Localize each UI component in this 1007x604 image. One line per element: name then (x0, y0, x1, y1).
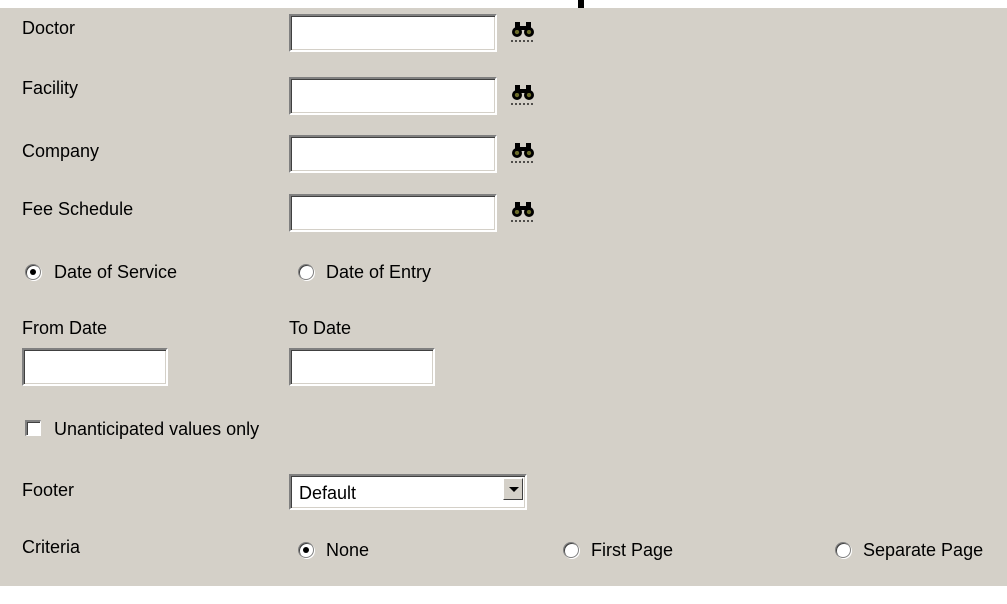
to-date-field[interactable] (289, 348, 435, 386)
company-label: Company (22, 141, 100, 161)
top-strip (0, 0, 1007, 8)
title-fragment (578, 0, 584, 8)
footer-select[interactable]: Default (289, 474, 527, 510)
radio-selected-dot (30, 269, 36, 275)
unanticipated-label[interactable]: Unanticipated values only (54, 418, 259, 440)
date-of-entry-radio[interactable] (298, 264, 314, 280)
facility-field[interactable] (289, 77, 497, 115)
date-of-service-radio[interactable] (25, 264, 41, 280)
date-of-entry-label[interactable]: Date of Entry (326, 261, 431, 283)
date-of-service-label[interactable]: Date of Service (54, 261, 177, 283)
criteria-label: Criteria (22, 537, 81, 557)
binoculars-icon[interactable] (510, 138, 536, 164)
from-date-label: From Date (22, 318, 108, 338)
binoculars-icon[interactable] (510, 197, 536, 223)
binoculars-icon[interactable] (510, 80, 536, 106)
doctor-label: Doctor (22, 18, 76, 38)
doctor-field[interactable] (289, 14, 497, 52)
to-date-label: To Date (289, 318, 352, 338)
criteria-first-page-radio[interactable] (563, 542, 579, 558)
criteria-first-page-label[interactable]: First Page (591, 539, 673, 561)
fee-schedule-field[interactable] (289, 194, 497, 232)
binoculars-icon[interactable] (510, 17, 536, 43)
criteria-none-radio[interactable] (298, 542, 314, 558)
footer-select-value: Default (299, 483, 357, 503)
bottom-strip (0, 586, 1007, 604)
criteria-none-label[interactable]: None (326, 539, 369, 561)
chevron-down-icon (509, 487, 519, 492)
footer-label: Footer (22, 480, 75, 500)
radio-selected-dot (303, 547, 309, 553)
criteria-separate-page-label[interactable]: Separate Page (863, 539, 983, 561)
footer-dropdown-button[interactable] (503, 478, 523, 500)
facility-label: Facility (22, 78, 79, 98)
criteria-separate-page-radio[interactable] (835, 542, 851, 558)
fee-schedule-label: Fee Schedule (22, 199, 134, 219)
from-date-field[interactable] (22, 348, 168, 386)
unanticipated-checkbox[interactable] (25, 420, 41, 436)
company-field[interactable] (289, 135, 497, 173)
